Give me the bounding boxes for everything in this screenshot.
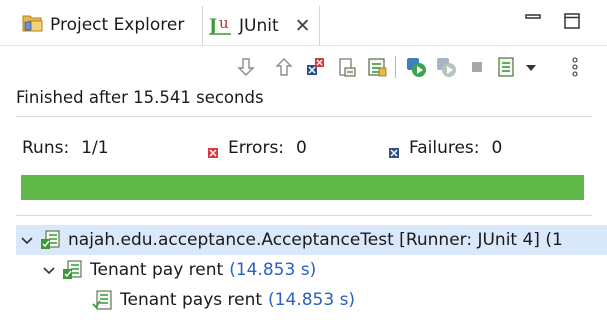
failures-label: Failures: — [409, 138, 480, 158]
junit-icon: J u — [207, 12, 233, 41]
tree-item-scenario-time: (14.853 s) — [268, 290, 356, 310]
svg-text:J: J — [209, 16, 217, 36]
chevron-down-icon[interactable] — [42, 263, 56, 277]
junit-toolbar — [0, 48, 607, 86]
errors-label: Errors: — [228, 138, 285, 158]
tree-item-feature[interactable]: Tenant pay rent (14.853 s) — [16, 255, 316, 285]
toolbar-separator — [395, 56, 396, 78]
tab-junit[interactable]: J u JUnit ✕ — [202, 6, 320, 46]
runs-label: Runs: — [22, 138, 70, 158]
status-divider — [16, 116, 592, 117]
maximize-icon[interactable] — [561, 10, 583, 32]
test-counters: Runs: 1/1 Errors: 0 Failures: 0 — [16, 130, 592, 166]
tree-item-feature-label: Tenant pay rent — [90, 260, 224, 280]
rerun-icon[interactable] — [405, 56, 427, 78]
previous-failure-icon[interactable] — [273, 56, 295, 78]
tab-project-explorer[interactable]: Project Explorer — [22, 8, 184, 42]
errors-value: 0 — [296, 138, 307, 158]
stop-icon[interactable] — [466, 56, 488, 78]
failures-counter: Failures: 0 — [389, 138, 502, 158]
progress-bar-fill — [21, 175, 584, 200]
tab-junit-label: JUnit — [239, 16, 279, 36]
failures-value: 0 — [491, 138, 503, 158]
view-menu-icon[interactable] — [520, 56, 542, 78]
runs-counter: Runs: 1/1 — [22, 138, 109, 158]
errors-counter: Errors: 0 — [208, 138, 307, 158]
project-explorer-icon — [22, 13, 44, 38]
test-ok-icon — [92, 289, 114, 311]
junit-view: Project Explorer J u JUnit ✕ Finished af… — [0, 0, 607, 320]
progress-bar — [21, 175, 584, 200]
tree-item-suite-label: najah.edu.acceptance.AcceptanceTest [Run… — [68, 230, 563, 250]
tree-item-suite[interactable]: najah.edu.acceptance.AcceptanceTest [Run… — [16, 225, 607, 255]
view-tab-bar: Project Explorer J u JUnit ✕ — [0, 0, 607, 46]
tree-item-scenario[interactable]: Tenant pays rent (14.853 s) — [16, 285, 355, 315]
tree-item-feature-time: (14.853 s) — [229, 260, 317, 280]
test-run-history-icon[interactable] — [496, 56, 518, 78]
failure-icon — [389, 143, 399, 158]
next-failure-icon[interactable] — [235, 56, 257, 78]
tab-project-explorer-label: Project Explorer — [50, 15, 185, 35]
test-suite-ok-icon — [62, 259, 84, 281]
runs-value: 1/1 — [81, 138, 109, 158]
tab-bar-divider — [0, 45, 607, 46]
minimize-icon[interactable] — [522, 10, 544, 32]
show-failures-only-icon[interactable] — [304, 56, 326, 78]
tree-item-scenario-label: Tenant pays rent — [120, 290, 263, 310]
chevron-down-icon[interactable] — [20, 233, 34, 247]
progress-divider — [16, 215, 592, 216]
close-icon[interactable]: ✕ — [295, 16, 311, 36]
show-skipped-icon[interactable] — [366, 56, 388, 78]
test-suite-ok-icon — [40, 229, 62, 251]
more-icon[interactable] — [564, 56, 586, 78]
scroll-lock-icon[interactable] — [336, 56, 358, 78]
test-tree[interactable]: najah.edu.acceptance.AcceptanceTest [Run… — [16, 225, 607, 315]
svg-text:u: u — [219, 14, 229, 32]
status-text: Finished after 15.541 seconds — [16, 88, 264, 107]
error-icon — [208, 143, 218, 158]
rerun-failed-first-icon[interactable] — [435, 56, 457, 78]
